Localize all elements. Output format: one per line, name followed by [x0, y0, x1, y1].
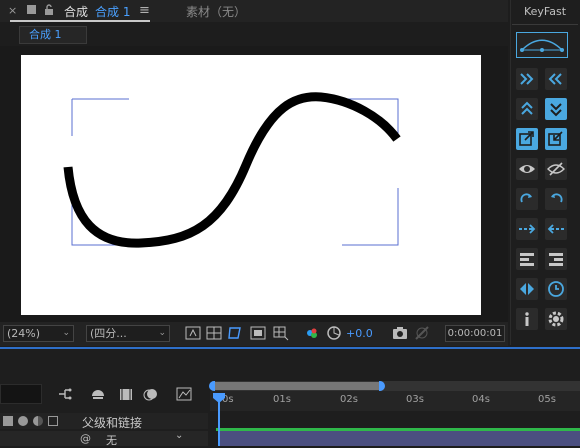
tick-label: 05s [538, 394, 556, 405]
panel-divider [512, 24, 578, 25]
shape-path[interactable] [21, 55, 481, 315]
resolution-dropdown[interactable]: (四分... ⌄ [86, 325, 170, 342]
shift-left-button[interactable] [545, 218, 567, 240]
rotate-ccw-button[interactable] [545, 188, 567, 210]
work-area-bar[interactable] [214, 382, 382, 390]
import-button[interactable] [545, 128, 567, 150]
rotate-counter-icon [551, 193, 563, 203]
panel-menu-icon[interactable]: ≡ [139, 3, 150, 18]
import-arrow-icon [548, 131, 563, 146]
exposure-value[interactable]: +0.0 [346, 327, 373, 340]
move-up-button[interactable] [516, 98, 538, 120]
chevron-down-icon: ⌄ [62, 328, 70, 338]
move-down-button[interactable] [545, 98, 567, 120]
lock-icon[interactable] [44, 4, 54, 16]
info-icon [525, 312, 529, 326]
comp-tab-label[interactable]: 合成 [64, 3, 88, 20]
active-tab-indicator [10, 20, 150, 22]
camera-snapshot-icon[interactable] [392, 325, 408, 341]
tick-label: 03s [406, 394, 424, 405]
time-ruler[interactable] [210, 391, 580, 411]
layer-duration-bar[interactable] [218, 431, 580, 446]
double-chevron-down-icon [550, 103, 562, 117]
footage-tab[interactable]: 素材（无） [186, 3, 246, 20]
layer-search-input[interactable] [0, 384, 42, 404]
zoom-dropdown[interactable]: (24%) ⌄ [3, 325, 74, 342]
pick-whip-icon[interactable]: @ [80, 432, 91, 445]
show-snapshot-icon[interactable] [414, 325, 430, 341]
audio-switch-icon[interactable] [18, 416, 28, 426]
transparency-grid-icon[interactable] [206, 325, 222, 341]
composition-canvas[interactable] [21, 55, 481, 315]
parent-column-header: 父级和链接 [82, 416, 143, 430]
show-button[interactable] [516, 158, 538, 180]
tick-label: 01s [273, 394, 291, 405]
dash-arrow-right-icon [519, 224, 536, 234]
double-chevron-right-icon [520, 73, 534, 85]
comp-square-icon [27, 5, 36, 14]
time-button[interactable] [545, 278, 567, 300]
gear-icon [548, 311, 564, 327]
rotate-cw-button[interactable] [516, 188, 538, 210]
export-arrow-icon [519, 131, 534, 146]
keyfast-title: KeyFast [523, 5, 567, 18]
bounding-box[interactable] [71, 98, 399, 246]
shift-right-button[interactable] [516, 218, 538, 240]
eye-off-icon [547, 162, 565, 176]
comp-subtab[interactable]: 合成 1 [19, 26, 87, 44]
current-time-indicator[interactable] [218, 400, 220, 446]
flip-horizontal-icon [520, 283, 534, 295]
close-tab-icon[interactable]: × [8, 4, 17, 17]
double-chevron-left-icon [548, 73, 562, 85]
frame-blending-icon[interactable] [118, 386, 134, 402]
ease-in-button[interactable] [516, 68, 538, 90]
chevron-down-icon[interactable]: ⌄ [175, 430, 183, 441]
exposure-reset-icon[interactable] [326, 325, 342, 341]
fast-preview-icon[interactable] [185, 325, 201, 341]
info-button[interactable] [516, 308, 538, 330]
mask-visibility-icon[interactable] [227, 325, 243, 341]
motion-blur-icon[interactable] [143, 386, 159, 402]
tick-label: 04s [472, 394, 490, 405]
work-area-start-handle[interactable] [209, 381, 215, 391]
align-right-button[interactable] [545, 248, 567, 270]
dash-arrow-left-icon [547, 224, 564, 234]
align-left-button[interactable] [516, 248, 538, 270]
double-chevron-up-icon [521, 101, 533, 115]
chevron-down-icon: ⌄ [158, 328, 166, 338]
ease-out-button[interactable] [545, 68, 567, 90]
tick-label: 02s [340, 394, 358, 405]
align-left-bars-icon [520, 253, 534, 266]
color-channels-icon[interactable] [304, 325, 320, 341]
video-switch-icon[interactable] [3, 416, 13, 426]
eye-icon [519, 165, 535, 173]
lock-switch-icon[interactable] [48, 416, 58, 426]
rotate-clockwise-icon [520, 193, 532, 203]
settings-button[interactable] [545, 308, 567, 330]
playhead-icon[interactable] [212, 392, 226, 404]
work-area-render-bar [216, 428, 580, 431]
bezier-curve-icon [520, 39, 564, 52]
region-of-interest-icon[interactable] [250, 325, 266, 341]
comp-tab-name[interactable]: 合成 1 [95, 3, 130, 20]
solo-switch-icon[interactable] [33, 416, 43, 426]
align-right-bars-icon [549, 253, 563, 266]
shy-layers-icon[interactable] [90, 386, 106, 402]
clock-icon [548, 281, 564, 297]
grid-guides-icon[interactable] [273, 325, 289, 341]
flip-button[interactable] [516, 278, 538, 300]
current-time-display[interactable]: 0:00:00:01 [445, 325, 505, 342]
zoom-value: (24%) [7, 327, 41, 340]
parent-link-icon[interactable] [57, 386, 73, 402]
export-button[interactable] [516, 128, 538, 150]
bezier-ease-button[interactable] [516, 32, 568, 58]
graph-editor-icon[interactable] [176, 386, 192, 402]
resolution-value: (四分... [90, 327, 127, 340]
hide-button[interactable] [545, 158, 567, 180]
